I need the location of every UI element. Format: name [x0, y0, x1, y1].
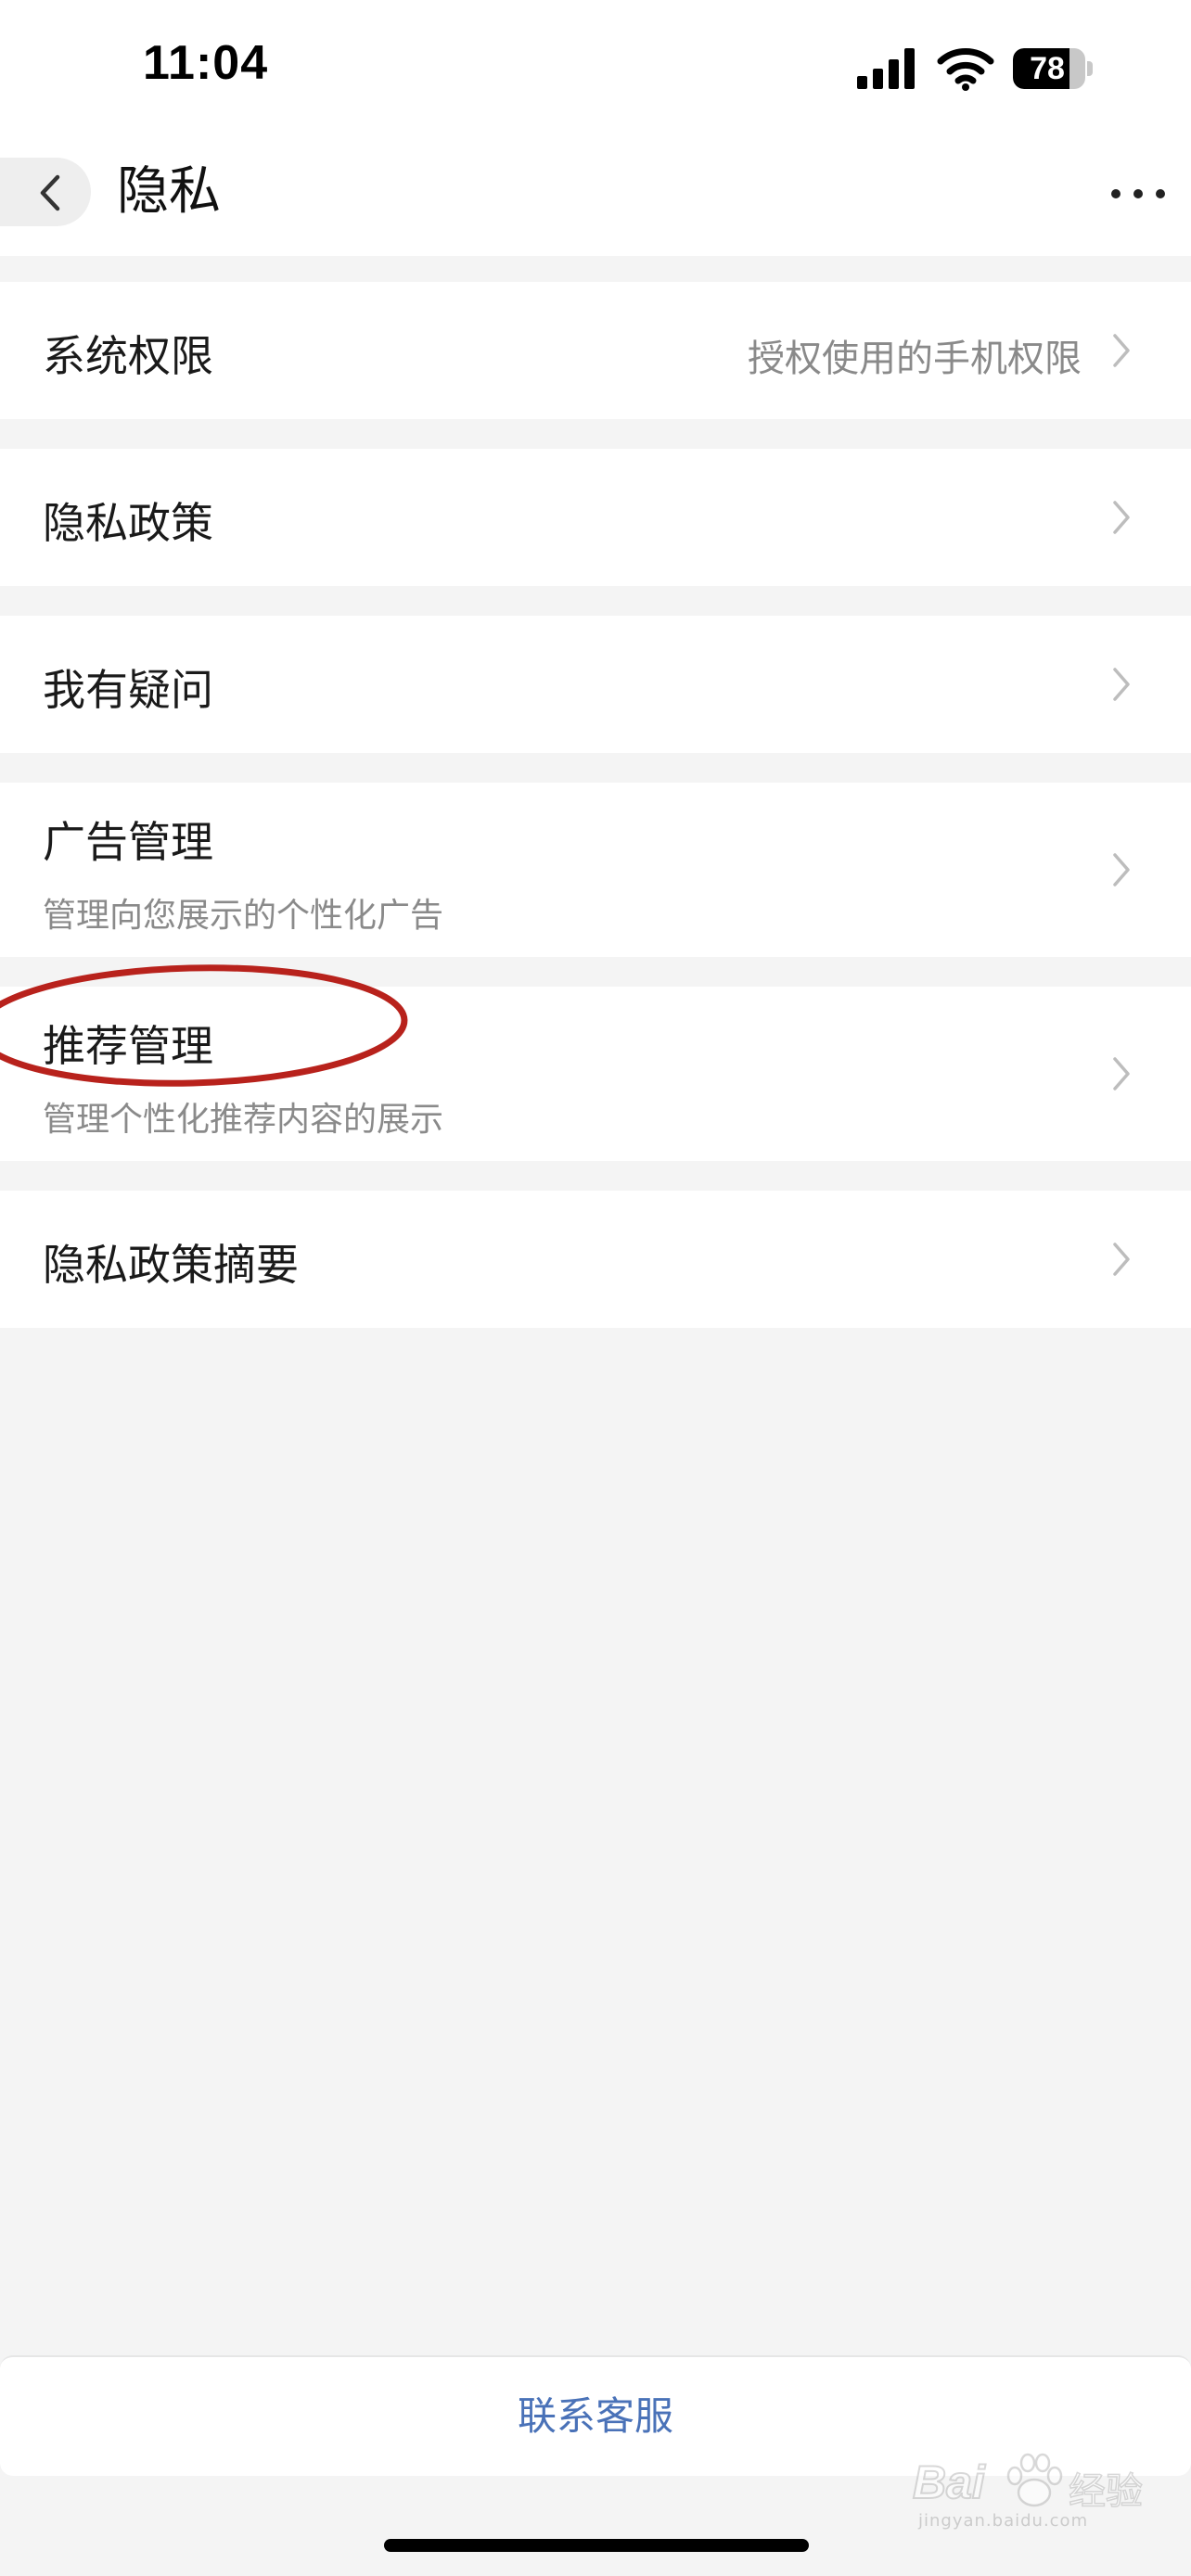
page-title: 隐私 [117, 161, 221, 222]
paw-icon [1006, 2453, 1063, 2507]
row-subtitle: 管理个性化推荐内容的展示 [43, 1101, 444, 1139]
battery-tip [1087, 61, 1093, 76]
chevron-left-icon [40, 174, 60, 211]
chevron-right-icon [1113, 1057, 1130, 1090]
settings-row-system-permissions[interactable]: 系统权限 授权使用的手机权限 [0, 282, 1191, 419]
status-bar: 11:04 78 [0, 0, 1191, 130]
back-button[interactable] [0, 158, 91, 226]
settings-row-ad-management[interactable]: 广告管理 管理向您展示的个性化广告 [0, 783, 1191, 957]
chevron-right-icon [1113, 853, 1130, 886]
chevron-right-icon [1113, 668, 1130, 701]
battery-percent: 78 [1030, 51, 1065, 86]
battery-indicator: 78 [1013, 48, 1093, 89]
home-indicator[interactable] [384, 2539, 809, 2552]
battery-icon: 78 [1013, 48, 1085, 89]
watermark-url: jingyan.baidu.com [918, 2511, 1089, 2531]
row-value: 授权使用的手机权限 [748, 338, 1082, 380]
row-title: 隐私政策 [43, 498, 213, 548]
row-title: 隐私政策摘要 [43, 1240, 299, 1290]
row-title: 我有疑问 [43, 665, 213, 715]
row-subtitle: 管理向您展示的个性化广告 [43, 897, 444, 935]
settings-row-privacy-summary[interactable]: 隐私政策摘要 [0, 1191, 1191, 1328]
watermark: Bai 经验 jingyan.baidu.com [912, 2452, 1150, 2531]
watermark-brand: Bai [912, 2455, 986, 2509]
wifi-icon [937, 48, 994, 91]
cellular-signal-icon [857, 48, 915, 89]
settings-row-privacy-policy[interactable]: 隐私政策 [0, 449, 1191, 586]
more-options-icon[interactable] [1104, 172, 1172, 213]
nav-bar: 隐私 [0, 130, 1191, 256]
row-title: 广告管理 [43, 817, 213, 867]
chevron-right-icon [1113, 1243, 1130, 1276]
row-title: 系统权限 [43, 331, 213, 381]
chevron-right-icon [1113, 334, 1130, 367]
annotation-ellipse [0, 964, 408, 1087]
watermark-suffix: 经验 [1068, 2469, 1144, 2514]
settings-row-questions[interactable]: 我有疑问 [0, 616, 1191, 753]
status-time: 11:04 [143, 36, 269, 90]
chevron-right-icon [1113, 501, 1130, 534]
